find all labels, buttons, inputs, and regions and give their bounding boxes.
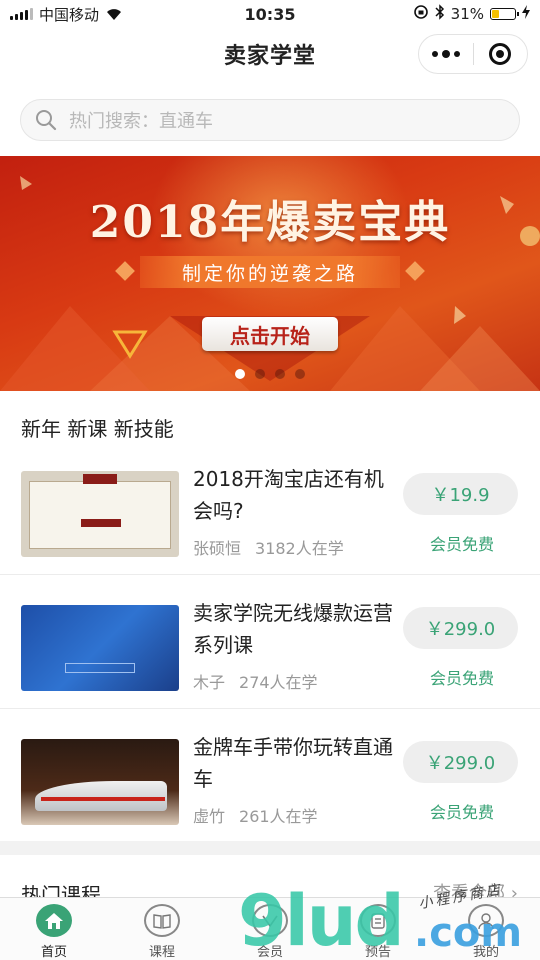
- course-teacher: 木子: [193, 673, 226, 692]
- orientation-lock-icon: [413, 4, 429, 24]
- course-title: 2018开淘宝店还有机会吗?: [193, 467, 384, 523]
- tab-label: 预告: [364, 945, 391, 960]
- search-placeholder: 热门搜索：直通车: [69, 111, 213, 132]
- member-free-label: 会员免费: [429, 803, 494, 822]
- carousel-indicator: [0, 369, 540, 379]
- courses-section: 新年 新课 新技能 2018开淘宝店还有机会吗? 张硕恒 3182人在学 ￥19.…: [0, 391, 540, 841]
- battery-icon: [490, 8, 519, 20]
- tab-label: 我的: [472, 945, 499, 960]
- banner-start-button[interactable]: 点击开始: [202, 317, 338, 351]
- signal-icon: [10, 8, 33, 20]
- course-teacher: 张硕恒: [193, 539, 242, 558]
- course-meta: 木子 274人在学: [193, 669, 318, 693]
- vip-icon: [252, 904, 288, 937]
- course-learners: 261人在学: [239, 807, 318, 826]
- nav-bar: 卖家学堂: [0, 28, 540, 80]
- bluetooth-icon: [435, 4, 445, 24]
- charging-icon: [522, 5, 530, 23]
- course-title: 金牌车手带你玩转直通车: [193, 735, 393, 791]
- section-title: 新年 新课 新技能: [21, 417, 174, 441]
- tab-label: 会员: [256, 945, 283, 960]
- price-button[interactable]: ￥299.0: [403, 741, 518, 783]
- battery-percent: 31%: [450, 5, 484, 23]
- price-button[interactable]: ￥299.0: [403, 607, 518, 649]
- member-free-label: 会员免费: [429, 535, 494, 554]
- search-input[interactable]: 热门搜索：直通车: [20, 99, 520, 141]
- tab-preview[interactable]: 预告: [324, 898, 432, 960]
- close-target-icon[interactable]: [474, 35, 528, 73]
- promo-banner[interactable]: 2018年爆卖宝典 制定你的逆袭之路 点击开始: [0, 156, 540, 391]
- course-teacher: 虚竹: [193, 807, 226, 826]
- search-icon: [35, 109, 57, 131]
- carousel-dot[interactable]: [295, 369, 305, 379]
- tab-label: 首页: [40, 945, 67, 960]
- carousel-dot[interactable]: [255, 369, 265, 379]
- member-free-label: 会员免费: [429, 669, 494, 688]
- banner-title: 2018年爆卖宝典: [89, 197, 451, 248]
- carrier-label: 中国移动: [39, 5, 100, 24]
- course-thumbnail: [21, 739, 179, 825]
- tab-label: 课程: [148, 945, 175, 960]
- tab-bar: 首页 课程 会员 预告 我的: [0, 897, 540, 960]
- tab-member[interactable]: 会员: [216, 898, 324, 960]
- preview-icon: [360, 904, 396, 937]
- book-icon: [144, 904, 180, 937]
- course-meta: 虚竹 261人在学: [193, 803, 318, 827]
- price-button[interactable]: ￥19.9: [403, 473, 518, 515]
- course-title: 卖家学院无线爆款运营系列课: [193, 601, 393, 657]
- tab-home[interactable]: 首页: [0, 898, 108, 960]
- carousel-dot[interactable]: [275, 369, 285, 379]
- banner-subtitle: 制定你的逆袭之路: [140, 256, 400, 288]
- more-icon[interactable]: [419, 35, 473, 73]
- tab-courses[interactable]: 课程: [108, 898, 216, 960]
- course-item[interactable]: 金牌车手带你玩转直通车 虚竹 261人在学 ￥299.0 会员免费: [0, 709, 540, 843]
- carousel-dot[interactable]: [235, 369, 245, 379]
- course-learners: 274人在学: [239, 673, 318, 692]
- capsule-menu: [418, 34, 528, 74]
- profile-icon: [468, 904, 504, 937]
- course-thumbnail: [21, 605, 179, 691]
- status-bar: 中国移动 10:35 31%: [0, 0, 540, 28]
- course-item[interactable]: 卖家学院无线爆款运营系列课 木子 274人在学 ￥299.0 会员免费: [0, 575, 540, 709]
- search-area: 热门搜索：直通车: [0, 80, 540, 156]
- course-thumbnail: [21, 471, 179, 557]
- home-icon: [36, 904, 72, 937]
- tab-profile[interactable]: 我的: [432, 898, 540, 960]
- wifi-icon: [105, 7, 123, 21]
- course-item[interactable]: 2018开淘宝店还有机会吗? 张硕恒 3182人在学 ￥19.9 会员免费: [0, 441, 540, 575]
- course-meta: 张硕恒 3182人在学: [193, 535, 344, 559]
- course-learners: 3182人在学: [255, 539, 344, 558]
